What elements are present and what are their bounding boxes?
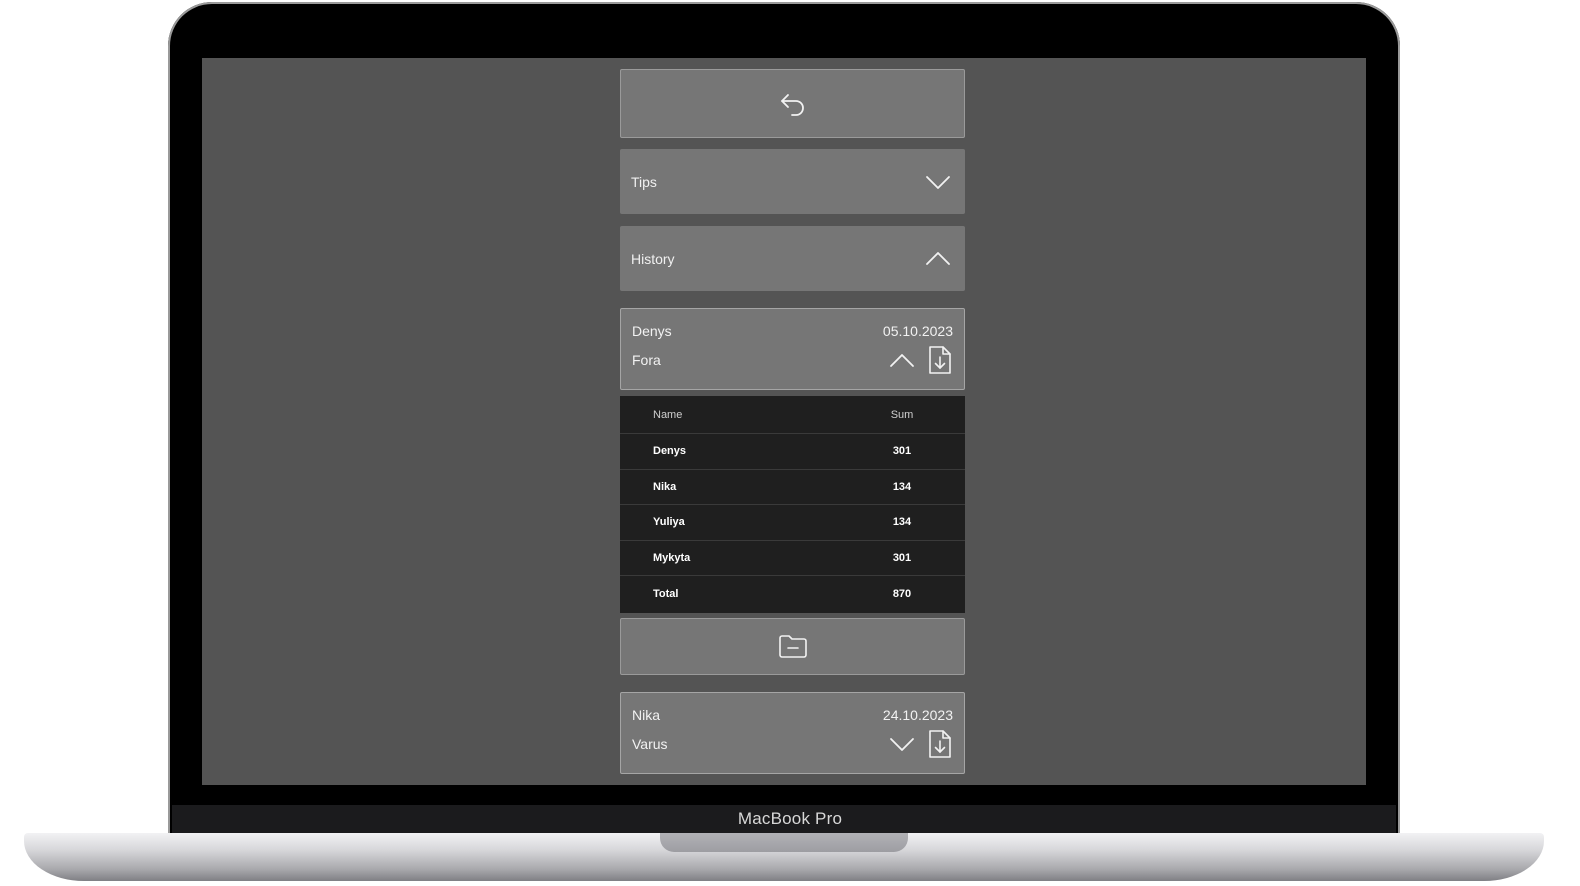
chevron-down-icon [925,174,951,190]
archive-entry-button[interactable] [620,618,965,675]
undo-arrow-icon [778,89,808,119]
device-brand-label: MacBook Pro [737,809,843,828]
tips-section-header[interactable]: Tips [620,149,965,214]
history-entry-card[interactable]: Denys 05.10.2023 Fora [620,308,965,390]
tips-label: Tips [631,173,657,190]
total-sum: 870 [892,588,912,601]
summary-table: Name Sum Denys 301 Nika 134 Yuliya 134 M… [620,396,965,613]
row-sum: 134 [892,480,912,493]
history-label: History [631,250,675,267]
laptop-notch [660,833,908,852]
row-name: Denys [653,445,687,458]
file-download-icon[interactable] [927,729,953,759]
file-download-icon[interactable] [927,345,953,375]
row-sum: 301 [892,445,912,458]
entry-person-name: Denys [632,323,672,339]
table-row: Yuliya 134 [620,505,965,541]
chevron-up-icon[interactable] [889,352,915,368]
app-screen: Tips History Denys 05.10.2023 Fora Name … [202,58,1366,785]
column-header-sum: Sum [890,408,914,421]
table-row: Nika 134 [620,470,965,506]
chevron-down-icon[interactable] [889,736,915,752]
table-header-row: Name Sum [620,396,965,434]
row-name: Mykyta [653,552,691,565]
table-row: Mykyta 301 [620,541,965,577]
back-button[interactable] [620,69,965,138]
entry-store-name: Varus [632,736,668,752]
row-name: Yuliya [653,516,685,529]
entry-date: 24.10.2023 [882,707,953,723]
total-label: Total [653,588,679,601]
history-section-header[interactable]: History [620,226,965,291]
entry-date: 05.10.2023 [882,323,953,339]
row-sum: 134 [892,516,912,529]
folder-minus-icon [777,633,809,661]
chevron-up-icon [925,251,951,267]
table-total-row: Total 870 [620,576,965,612]
entry-store-name: Fora [632,352,661,368]
entry-person-name: Nika [632,707,661,723]
row-sum: 301 [892,552,912,565]
row-name: Nika [653,480,677,493]
history-entry-card[interactable]: Nika 24.10.2023 Varus [620,692,965,774]
column-header-name: Name [653,408,683,421]
table-row: Denys 301 [620,434,965,470]
